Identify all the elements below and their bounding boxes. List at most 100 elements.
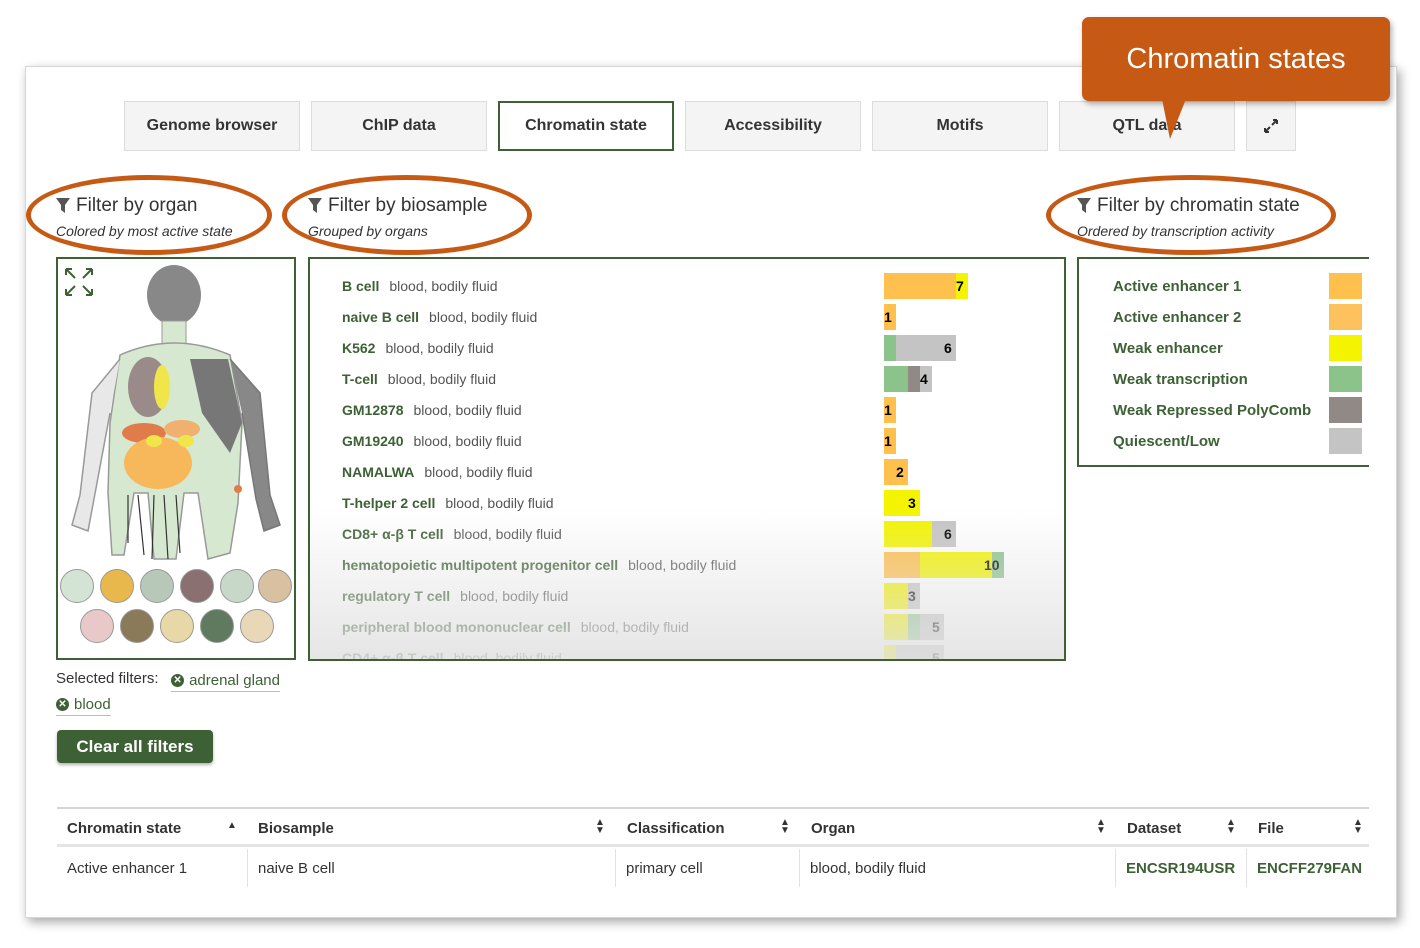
callout-pointer [1162, 99, 1186, 139]
biosample-organ: blood, bodily fluid [453, 650, 562, 661]
bar-count-label: 3 [908, 588, 916, 604]
tab-chromatin-state[interactable]: Chromatin state [498, 101, 674, 151]
chromatin-state-label: Active enhancer 2 [1113, 308, 1242, 326]
bar-count-label: 10 [984, 557, 1000, 573]
tab-genome-browser[interactable]: Genome browser [124, 101, 300, 151]
biosample-row[interactable]: GM19240 blood, bodily fluid [342, 427, 522, 455]
sort-icon[interactable]: ▲ ▼ [1226, 818, 1236, 836]
expand-button[interactable] [1246, 101, 1296, 151]
cell-type-icon[interactable] [220, 569, 254, 603]
tab-motifs[interactable]: Motifs [872, 101, 1048, 151]
biosample-name: GM19240 [342, 433, 404, 449]
biosample-name: regulatory T cell [342, 588, 451, 604]
cell-type-icon[interactable] [258, 569, 292, 603]
selected-filters: Selected filters: ✕ adrenal gland [56, 670, 280, 692]
filter-chip-blood[interactable]: ✕ blood [56, 696, 111, 716]
cell-type-icon[interactable] [160, 609, 194, 643]
column-header-chromatin-state[interactable]: Chromatin state [67, 809, 181, 847]
column-header-biosample[interactable]: Biosample [258, 809, 334, 847]
biosample-organ: blood, bodily fluid [387, 371, 496, 387]
sort-icon[interactable]: ▲ ▼ [1353, 818, 1363, 836]
tab-chip-data[interactable]: ChIP data [311, 101, 487, 151]
chromatin-state-item[interactable]: Weak transcription [1113, 364, 1363, 394]
bar-segment-weak-enhancer [920, 552, 992, 578]
bar-count-label: 1 [884, 402, 892, 418]
biosample-row[interactable]: regulatory T cell blood, bodily fluid [342, 582, 568, 610]
cell-type-icon[interactable] [80, 609, 114, 643]
remove-filter-icon[interactable]: ✕ [171, 674, 185, 687]
chromatin-state-item[interactable]: Weak enhancer [1113, 333, 1363, 363]
clear-all-filters-button[interactable]: Clear all filters [57, 730, 213, 763]
cell-type-icon[interactable] [100, 569, 134, 603]
chromatin-state-item[interactable]: Active enhancer 1 [1113, 271, 1363, 301]
bar-count-label: 3 [908, 495, 916, 511]
biosample-row[interactable]: peripheral blood mononuclear cell blood, … [342, 613, 689, 641]
file-link[interactable]: ENCFF279FAN [1247, 849, 1369, 887]
column-header-dataset[interactable]: Dataset [1127, 809, 1181, 847]
cell-type-icon[interactable] [180, 569, 214, 603]
bar-segment-active-enhancer-1 [884, 273, 956, 299]
bar-count-label: 2 [896, 464, 904, 480]
chromatin-state-label: Weak enhancer [1113, 339, 1223, 357]
table-row: Active enhancer 1 naive B cell primary c… [57, 849, 1369, 889]
cell-type-icon[interactable] [200, 609, 234, 643]
chromatin-state-item[interactable]: Active enhancer 2 [1113, 302, 1363, 332]
remove-filter-icon[interactable]: ✕ [56, 698, 69, 711]
biosample-organ: blood, bodily fluid [429, 309, 538, 325]
cell-type-icon[interactable] [120, 609, 154, 643]
selected-filters-row-2: ✕ blood [56, 694, 111, 716]
biosample-organ: blood, bodily fluid [413, 402, 522, 418]
biosample-row[interactable]: naive B cell blood, bodily fluid [342, 303, 537, 331]
sort-icon[interactable]: ▲ ▼ [780, 818, 790, 836]
biosample-row[interactable]: CD8+ α-β T cell blood, bodily fluid [342, 520, 562, 548]
biosample-row[interactable]: CD4+ α-β T cell blood, bodily fluid [342, 644, 562, 661]
chromatin-state-legend[interactable]: Active enhancer 1 Active enhancer 2 Weak e… [1077, 257, 1369, 467]
column-header-organ[interactable]: Organ [811, 809, 855, 847]
bar-segment-weak-transcription [884, 366, 908, 392]
sort-asc-icon[interactable]: ▲ [227, 821, 237, 831]
chromatin-state-swatch [1329, 335, 1362, 361]
biosample-row[interactable]: K562 blood, bodily fluid [342, 334, 494, 362]
chromatin-state-label: Weak Repressed PolyComb [1113, 401, 1312, 419]
tab-accessibility[interactable]: Accessibility [685, 101, 861, 151]
biosample-organ: blood, bodily fluid [413, 433, 522, 449]
biosample-row[interactable]: B cell blood, bodily fluid [342, 272, 498, 300]
biosample-row[interactable]: hematopoietic multipotent progenitor cel… [342, 551, 736, 579]
bar-segment-weak-enhancer [884, 645, 896, 659]
chromatin-state-label: Quiescent/Low [1113, 432, 1220, 450]
chromatin-state-label: Active enhancer 1 [1113, 277, 1242, 295]
sort-icon[interactable]: ▲ ▼ [595, 818, 605, 836]
filter-chip-adrenal-gland[interactable]: ✕ adrenal gland [171, 672, 280, 692]
highlight-ellipse-chromatin [1046, 175, 1336, 255]
bar-count-label: 6 [944, 340, 952, 356]
body-illustration[interactable] [58, 263, 294, 563]
chromatin-state-item[interactable]: Quiescent/Low [1113, 426, 1363, 456]
biosample-organ: blood, bodily fluid [424, 464, 533, 480]
cell-type-icon[interactable] [140, 569, 174, 603]
column-header-classification[interactable]: Classification [627, 809, 725, 847]
bar-count-label: 6 [944, 526, 952, 542]
bar-count-label: 7 [956, 278, 964, 294]
biosample-row[interactable]: T-helper 2 cell blood, bodily fluid [342, 489, 554, 517]
chromatin-state-item[interactable]: Weak Repressed PolyComb [1113, 395, 1363, 425]
biosample-name: NAMALWA [342, 464, 415, 480]
column-header-file[interactable]: File [1258, 809, 1284, 847]
biosample-row[interactable]: T-cell blood, bodily fluid [342, 365, 496, 393]
cell-organ: blood, bodily fluid [800, 849, 1116, 887]
tab-qtl-data[interactable]: QTL data [1059, 101, 1235, 151]
cell-type-icon[interactable] [240, 609, 274, 643]
biosample-row[interactable]: GM12878 blood, bodily fluid [342, 396, 522, 424]
biosample-list[interactable]: B cell blood, bodily fluid 7 naive B cell bl… [308, 257, 1066, 661]
chromatin-state-swatch [1329, 428, 1362, 454]
cell-type-icon[interactable] [60, 569, 94, 603]
biosample-row[interactable]: NAMALWA blood, bodily fluid [342, 458, 533, 486]
chromatin-states-callout: Chromatin states [1082, 17, 1390, 101]
cell-chromatin-state: Active enhancer 1 [57, 849, 248, 887]
dataset-link[interactable]: ENCSR194USR [1116, 849, 1247, 887]
sort-icon[interactable]: ▲ ▼ [1096, 818, 1106, 836]
biosample-name: T-helper 2 cell [342, 495, 436, 511]
biosample-organ: blood, bodily fluid [389, 278, 498, 294]
bar-count-label: 4 [920, 371, 928, 387]
organ-body-map[interactable] [56, 257, 296, 660]
biosample-organ: blood, bodily fluid [385, 340, 494, 356]
